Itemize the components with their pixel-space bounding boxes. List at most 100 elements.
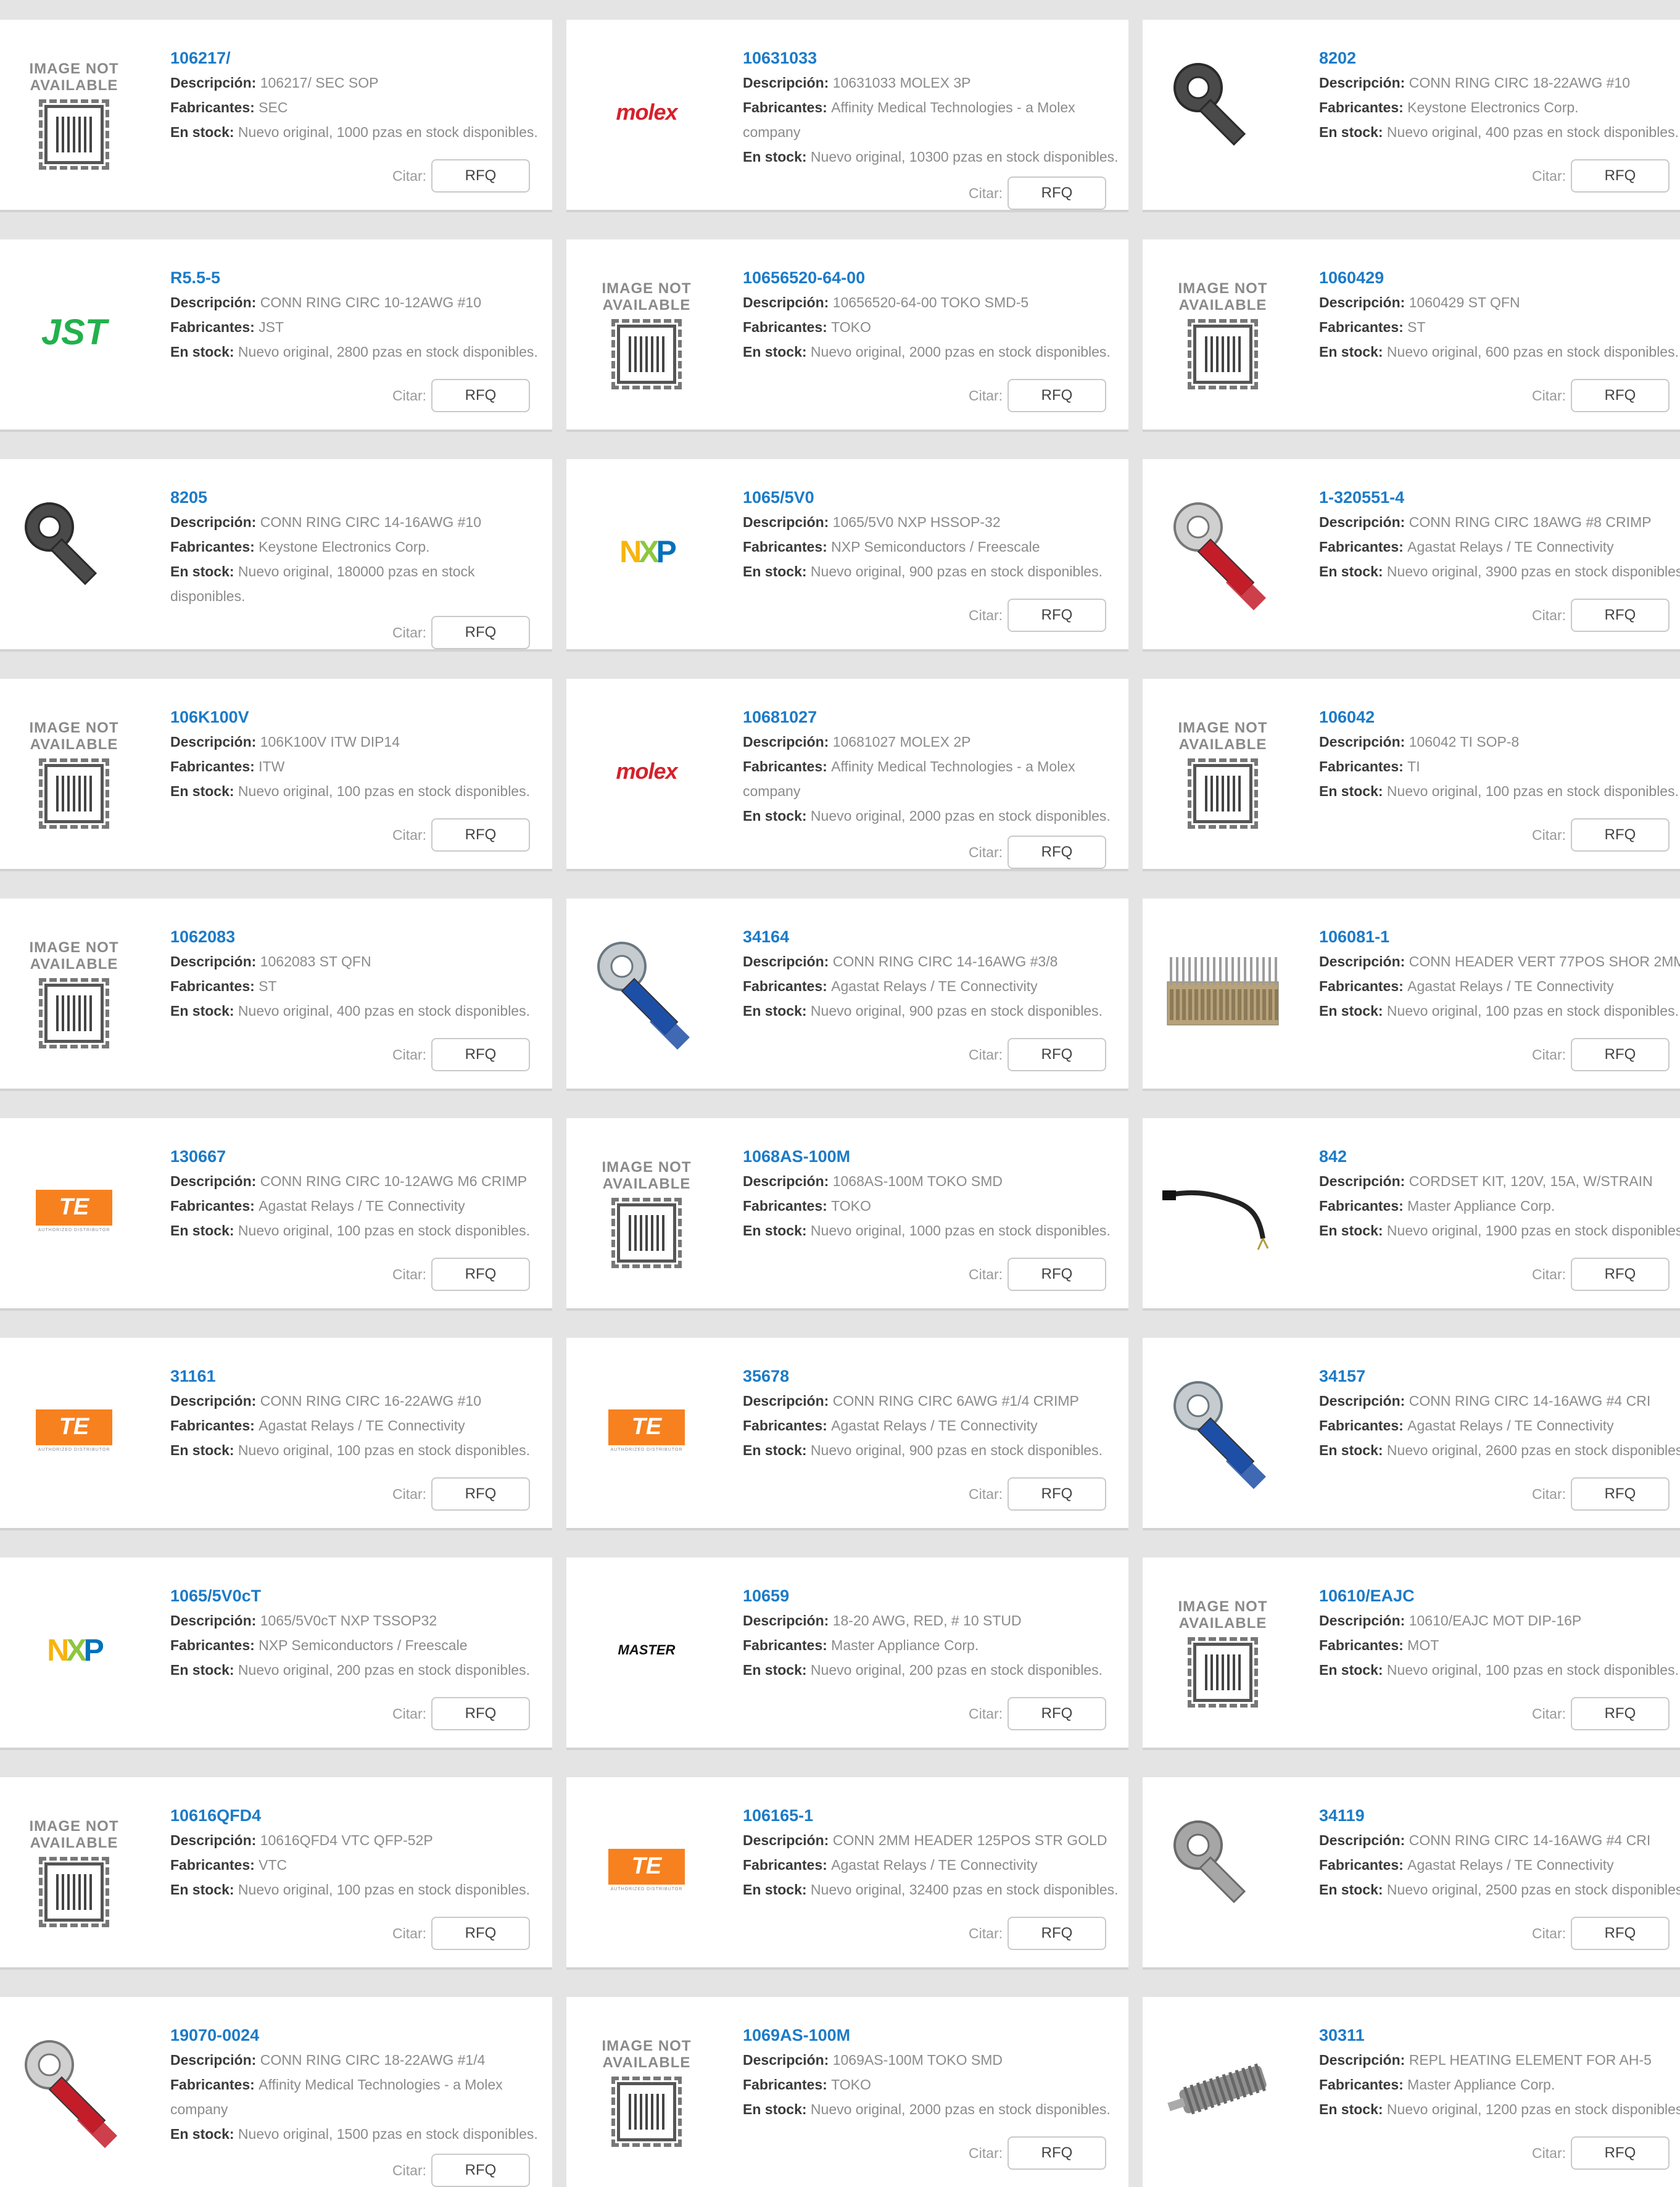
- rfq-button[interactable]: RFQ: [1571, 2136, 1670, 2170]
- rfq-button[interactable]: RFQ: [431, 159, 530, 193]
- product-thumbnail[interactable]: IMAGE NOT AVAILABLE: [6, 44, 142, 180]
- product-thumbnail[interactable]: IMAGE NOT AVAILABLE: [6, 703, 142, 839]
- manufacturer-label: Fabricantes:: [1319, 539, 1408, 555]
- product-thumbnail[interactable]: IMAGE NOT AVAILABLE: [579, 1143, 714, 1279]
- product-thumbnail[interactable]: IMAGE NOT AVAILABLE: [1155, 1582, 1291, 1718]
- product-thumbnail[interactable]: TE AUTHORIZED DISTRIBUTOR: [579, 1363, 714, 1498]
- rfq-button[interactable]: RFQ: [431, 818, 530, 852]
- product-thumbnail[interactable]: [1155, 1802, 1291, 1938]
- rfq-button[interactable]: RFQ: [1571, 1917, 1670, 1950]
- product-thumbnail[interactable]: [1155, 1363, 1291, 1498]
- product-part-number-link[interactable]: 1065/5V0cT: [170, 1583, 552, 1608]
- product-part-number-link[interactable]: 30311: [1319, 2023, 1680, 2048]
- product-thumbnail[interactable]: molex: [579, 703, 714, 839]
- product-part-number-link[interactable]: 106165-1: [743, 1803, 1128, 1828]
- product-thumbnail[interactable]: [1155, 1143, 1291, 1279]
- product-part-number-link[interactable]: 34164: [743, 924, 1128, 949]
- product-part-number-link[interactable]: 10616QFD4: [170, 1803, 552, 1828]
- product-part-number-link[interactable]: 10659: [743, 1583, 1128, 1608]
- rfq-button[interactable]: RFQ: [1571, 599, 1670, 632]
- rfq-button[interactable]: RFQ: [1571, 159, 1670, 193]
- manufacturer-value: ST: [259, 978, 277, 994]
- product-part-number-link[interactable]: 1068AS-100M: [743, 1144, 1128, 1169]
- product-thumbnail[interactable]: NXP: [579, 484, 714, 620]
- manufacturer-value: Master Appliance Corp.: [1407, 2077, 1555, 2093]
- rfq-button[interactable]: RFQ: [1571, 379, 1670, 412]
- rfq-button[interactable]: RFQ: [431, 2154, 530, 2187]
- product-thumbnail[interactable]: IMAGE NOT AVAILABLE: [1155, 264, 1291, 400]
- rfq-button[interactable]: RFQ: [431, 379, 530, 412]
- product-thumbnail[interactable]: TE AUTHORIZED DISTRIBUTOR: [6, 1363, 142, 1498]
- product-part-number-link[interactable]: 1060429: [1319, 265, 1680, 290]
- product-part-number-link[interactable]: 34157: [1319, 1364, 1680, 1388]
- rfq-button[interactable]: RFQ: [431, 1697, 530, 1730]
- product-part-number-link[interactable]: 130667: [170, 1144, 552, 1169]
- product-part-number-link[interactable]: 1062083: [170, 924, 552, 949]
- product-thumbnail[interactable]: IMAGE NOT AVAILABLE: [6, 1802, 142, 1938]
- rfq-button[interactable]: RFQ: [1008, 1477, 1106, 1511]
- product-part-number-link[interactable]: 106042: [1319, 705, 1680, 729]
- rfq-button[interactable]: RFQ: [1008, 836, 1106, 869]
- rfq-button[interactable]: RFQ: [1008, 1038, 1106, 1071]
- product-part-number-link[interactable]: 1-320551-4: [1319, 485, 1680, 510]
- product-thumbnail[interactable]: TE AUTHORIZED DISTRIBUTOR: [579, 1802, 714, 1938]
- product-thumbnail[interactable]: [579, 923, 714, 1059]
- rfq-button[interactable]: RFQ: [1571, 1258, 1670, 1291]
- te-logo-box: TE: [608, 1848, 685, 1885]
- product-thumbnail[interactable]: IMAGE NOT AVAILABLE: [6, 923, 142, 1059]
- product-thumbnail[interactable]: molex: [579, 44, 714, 180]
- rfq-button[interactable]: RFQ: [431, 1917, 530, 1950]
- product-part-number-link[interactable]: 19070-0024: [170, 2023, 552, 2048]
- rfq-button[interactable]: RFQ: [1571, 1477, 1670, 1511]
- product-part-number-link[interactable]: 106K100V: [170, 705, 552, 729]
- rfq-button[interactable]: RFQ: [431, 1258, 530, 1291]
- rfq-button[interactable]: RFQ: [1571, 1038, 1670, 1071]
- rfq-button[interactable]: RFQ: [1008, 1258, 1106, 1291]
- product-part-number-link[interactable]: 8205: [170, 485, 552, 510]
- product-part-number-link[interactable]: 10631033: [743, 46, 1128, 70]
- product-thumbnail[interactable]: JST: [6, 264, 142, 400]
- product-thumbnail[interactable]: IMAGE NOT AVAILABLE: [579, 2022, 714, 2157]
- product-thumbnail[interactable]: NXP: [6, 1582, 142, 1718]
- product-part-number-link[interactable]: 8202: [1319, 46, 1680, 70]
- rfq-button[interactable]: RFQ: [1571, 1697, 1670, 1730]
- product-part-number-link[interactable]: 106217/: [170, 46, 552, 70]
- product-part-number-link[interactable]: R5.5-5: [170, 265, 552, 290]
- rfq-button[interactable]: RFQ: [1008, 599, 1106, 632]
- rfq-button[interactable]: RFQ: [1008, 176, 1106, 210]
- product-part-number-link[interactable]: 10681027: [743, 705, 1128, 729]
- product-thumbnail[interactable]: IMAGE NOT AVAILABLE: [579, 264, 714, 400]
- product-part-number-link[interactable]: 31161: [170, 1364, 552, 1388]
- rfq-button[interactable]: RFQ: [1008, 1697, 1106, 1730]
- description-value: 1068AS-100M TOKO SMD: [832, 1173, 1003, 1189]
- stock: En stock: Nuevo original, 900 pzas en st…: [743, 998, 1128, 1023]
- description: Descripción: CONN RING CIRC 14-16AWG #4 …: [1319, 1828, 1680, 1853]
- rfq-button[interactable]: RFQ: [431, 616, 530, 649]
- product-thumbnail[interactable]: TE AUTHORIZED DISTRIBUTOR: [6, 1143, 142, 1279]
- product-thumbnail[interactable]: [1155, 923, 1291, 1059]
- rfq-button[interactable]: RFQ: [431, 1038, 530, 1071]
- product-part-number-link[interactable]: 106081-1: [1319, 924, 1680, 949]
- product-thumbnail[interactable]: MASTER: [579, 1582, 714, 1718]
- product-part-number-link[interactable]: 34119: [1319, 1803, 1680, 1828]
- product-thumbnail[interactable]: IMAGE NOT AVAILABLE: [1155, 703, 1291, 839]
- rfq-button[interactable]: RFQ: [1008, 2136, 1106, 2170]
- quote-label: Citar:: [969, 1046, 1003, 1063]
- product-part-number-link[interactable]: 1069AS-100M: [743, 2023, 1128, 2048]
- stock-value: Nuevo original, 32400 pzas en stock disp…: [810, 1882, 1119, 1898]
- product-part-number-link[interactable]: 842: [1319, 1144, 1680, 1169]
- placeholder-line1: IMAGE NOT: [29, 60, 119, 77]
- product-part-number-link[interactable]: 35678: [743, 1364, 1128, 1388]
- rfq-button[interactable]: RFQ: [1571, 818, 1670, 852]
- product-thumbnail[interactable]: [1155, 2022, 1291, 2157]
- product-part-number-link[interactable]: 10656520-64-00: [743, 265, 1128, 290]
- product-thumbnail[interactable]: [6, 484, 142, 620]
- product-thumbnail[interactable]: [6, 2022, 142, 2157]
- rfq-button[interactable]: RFQ: [431, 1477, 530, 1511]
- product-thumbnail[interactable]: [1155, 44, 1291, 180]
- rfq-button[interactable]: RFQ: [1008, 379, 1106, 412]
- product-thumbnail[interactable]: [1155, 484, 1291, 620]
- product-part-number-link[interactable]: 1065/5V0: [743, 485, 1128, 510]
- rfq-button[interactable]: RFQ: [1008, 1917, 1106, 1950]
- product-part-number-link[interactable]: 10610/EAJC: [1319, 1583, 1680, 1608]
